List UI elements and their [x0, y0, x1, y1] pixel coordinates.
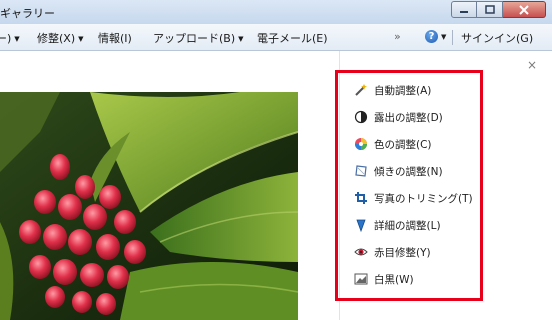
red-eye-item[interactable]: 赤目修整(Y) — [354, 245, 431, 259]
menu-fix[interactable]: 修整(X) ▼ — [37, 30, 84, 46]
maximize-icon — [484, 5, 495, 14]
exposure-label: 露出の調整(D) — [374, 111, 443, 124]
flower-photo — [0, 92, 298, 320]
sharpen-icon — [356, 219, 366, 232]
straighten-item[interactable]: 傾きの調整(N) — [354, 164, 443, 178]
sign-in-button[interactable]: サインイン(G) — [461, 30, 533, 46]
window-title: ギャラリー — [0, 7, 55, 20]
help-icon[interactable]: ? — [425, 30, 438, 43]
close-window-button[interactable] — [503, 1, 546, 18]
close-panel-button[interactable]: × — [527, 58, 537, 72]
fix-panel: 自動調整(A) 露出の調整(D) 色の調整(C) 傾きの調整(N) 写真のトリミ… — [335, 70, 483, 301]
color-wheel-icon — [355, 138, 367, 150]
color-item[interactable]: 色の調整(C) — [354, 137, 432, 151]
black-white-icon — [354, 273, 368, 285]
menu-upload[interactable]: アップロード(B) ▼ — [153, 30, 244, 46]
exposure-item[interactable]: 露出の調整(D) — [354, 110, 443, 124]
close-icon — [519, 4, 529, 15]
menu-email[interactable]: 電子メール(E) — [257, 30, 328, 46]
photo-viewer[interactable] — [0, 92, 298, 320]
menu-info[interactable]: 情報(I) — [98, 30, 132, 46]
magic-wand-icon — [355, 84, 367, 96]
chevron-down-icon: ▼ — [238, 35, 244, 43]
auto-adjust-label: 自動調整(A) — [374, 84, 432, 97]
chevron-down-icon[interactable]: ▼ — [441, 33, 446, 41]
detail-item[interactable]: 詳細の調整(L) — [354, 218, 441, 232]
minimize-button[interactable] — [451, 1, 477, 18]
menu-fix-label: 修整(X) — [37, 32, 76, 45]
menu-file[interactable]: ー) ▼ — [0, 30, 20, 46]
auto-adjust-item[interactable]: 自動調整(A) — [354, 83, 431, 97]
crop-label: 写真のトリミング(T) — [374, 192, 473, 205]
menu-overflow-button[interactable]: » — [394, 30, 401, 43]
chevron-down-icon: ▼ — [78, 35, 84, 43]
window-controls — [451, 1, 546, 19]
menu-upload-label: アップロード(B) — [153, 32, 236, 45]
menu-file-label: ー) — [0, 32, 12, 45]
exposure-icon — [354, 110, 368, 124]
menu-separator — [452, 30, 453, 45]
straighten-icon — [355, 165, 367, 177]
red-eye-label: 赤目修整(Y) — [374, 246, 431, 259]
detail-label: 詳細の調整(L) — [374, 219, 441, 232]
crop-icon — [355, 192, 367, 204]
color-label: 色の調整(C) — [374, 138, 432, 151]
red-eye-icon — [354, 248, 368, 256]
straighten-label: 傾きの調整(N) — [374, 165, 443, 178]
chevron-down-icon: ▼ — [14, 35, 20, 43]
title-bar: ギャラリー — [0, 0, 552, 24]
black-white-item[interactable]: 白黒(W) — [354, 272, 414, 286]
black-white-label: 白黒(W) — [374, 273, 414, 286]
maximize-button[interactable] — [477, 1, 503, 18]
menu-bar: ー) ▼ 修整(X) ▼ 情報(I) アップロード(B) ▼ 電子メール(E) » ?… — [0, 24, 552, 51]
minimize-icon — [460, 10, 468, 13]
crop-item[interactable]: 写真のトリミング(T) — [354, 191, 473, 205]
